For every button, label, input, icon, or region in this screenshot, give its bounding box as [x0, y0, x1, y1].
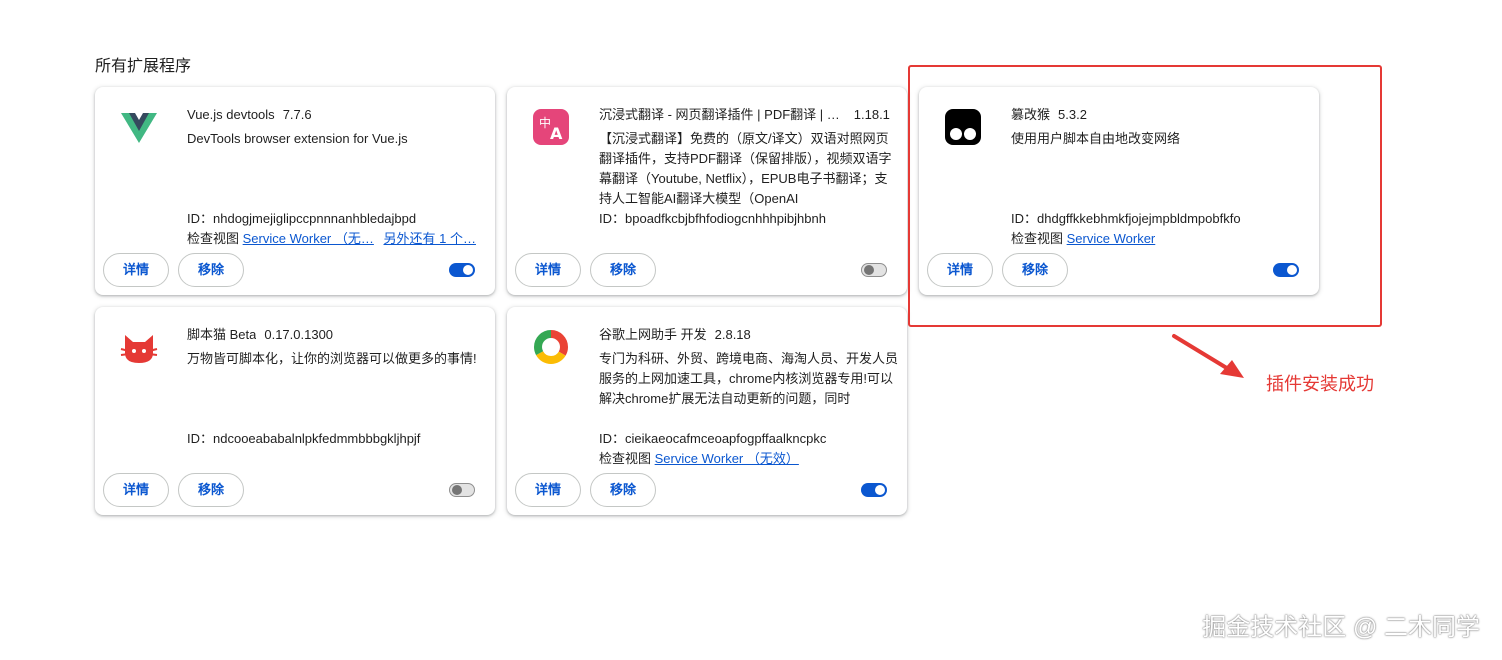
extension-description: 万物皆可脚本化，让你的浏览器可以做更多的事情! — [187, 351, 477, 366]
extension-card-scriptcat: 脚本猫 Beta 0.17.0.1300 万物皆可脚本化，让你的浏览器可以做更多… — [95, 307, 495, 515]
service-worker-link[interactable]: Service Worker （无效） — [655, 451, 799, 466]
extension-id: ID：bpoadfkcbjbfhfodiogcnhhhpibjhbnh — [599, 211, 826, 226]
details-button[interactable]: 详情 — [515, 473, 582, 507]
details-button[interactable]: 详情 — [515, 253, 582, 287]
enable-toggle[interactable] — [861, 483, 887, 497]
inspect-views: 检查视图 Service Worker （无… 另外还有 1 个… — [187, 229, 487, 249]
extension-description: 【沉浸式翻译】免费的（原文/译文）双语对照网页翻译插件，支持PDF翻译（保留排版… — [599, 131, 892, 206]
details-button[interactable]: 详情 — [103, 253, 170, 287]
more-views-link[interactable]: 另外还有 1 个… — [384, 231, 476, 246]
extension-version: 1.18.1 — [853, 107, 890, 122]
toggle-knob — [864, 265, 874, 275]
enable-toggle[interactable] — [449, 483, 475, 497]
annotation-text: 插件安装成功 — [1266, 374, 1374, 394]
enable-toggle[interactable] — [449, 263, 475, 277]
extension-card-immersive-translate: 中 A 沉浸式翻译 - 网页翻译插件 | PDF翻译 | … 1.18.1 【沉… — [507, 87, 907, 295]
watermark: 掘金技术社区 @ 二木同学 — [1202, 614, 1480, 641]
svg-text:A: A — [550, 124, 563, 143]
remove-button[interactable]: 移除 — [590, 253, 657, 287]
enable-toggle[interactable] — [861, 263, 887, 277]
extension-name: Vue.js devtools — [187, 107, 275, 122]
inspect-views-label: 检查视图 — [599, 451, 652, 466]
remove-button[interactable]: 移除 — [178, 253, 245, 287]
scriptcat-icon — [120, 335, 158, 363]
section-title: 所有扩展程序 — [95, 58, 192, 75]
toggle-knob — [875, 485, 885, 495]
extension-description: 专门为科研、外贸、跨境电商、海淘人员、开发人员服务的上网加速工具，chrome内… — [599, 351, 899, 406]
extension-name: 谷歌上网助手 开发 — [599, 327, 707, 342]
extension-name: 脚本猫 Beta — [187, 327, 257, 342]
extension-version: 2.8.18 — [714, 327, 751, 342]
vue-logo-icon — [121, 113, 157, 143]
details-button[interactable]: 详情 — [103, 473, 170, 507]
inspect-views: 检查视图 Service Worker （无效） — [599, 449, 899, 469]
immersive-translate-icon: 中 A — [533, 109, 569, 145]
remove-button[interactable]: 移除 — [178, 473, 245, 507]
extension-version: 0.17.0.1300 — [264, 327, 334, 342]
extension-version: 7.7.6 — [282, 107, 312, 122]
inspect-views-label: 检查视图 — [187, 231, 240, 246]
google-assistant-ring-icon — [534, 330, 568, 364]
toggle-knob — [452, 485, 462, 495]
service-worker-link[interactable]: Service Worker （无… — [243, 231, 374, 246]
extension-id: ID：ndcooeababalnlpkfedmmbbbgkljhpjf — [187, 431, 421, 446]
highlight-box — [908, 65, 1382, 327]
extension-name: 沉浸式翻译 - 网页翻译插件 | PDF翻译 | … — [599, 107, 840, 122]
extension-card-google-assistant: 谷歌上网助手 开发 2.8.18 专门为科研、外贸、跨境电商、海淘人员、开发人员… — [507, 307, 907, 515]
extension-card-vue-devtools: Vue.js devtools 7.7.6 DevTools browser e… — [95, 87, 495, 295]
extension-id: ID：nhdogjmejiglipccpnnnanhbledajbpd — [187, 211, 417, 226]
extension-id: ID：cieikaeocafmceoapfogpffaalkncpkc — [599, 431, 827, 446]
remove-button[interactable]: 移除 — [590, 473, 657, 507]
callout-arrow-icon — [1172, 334, 1244, 378]
toggle-knob — [463, 265, 473, 275]
extension-description: DevTools browser extension for Vue.js — [187, 131, 408, 146]
